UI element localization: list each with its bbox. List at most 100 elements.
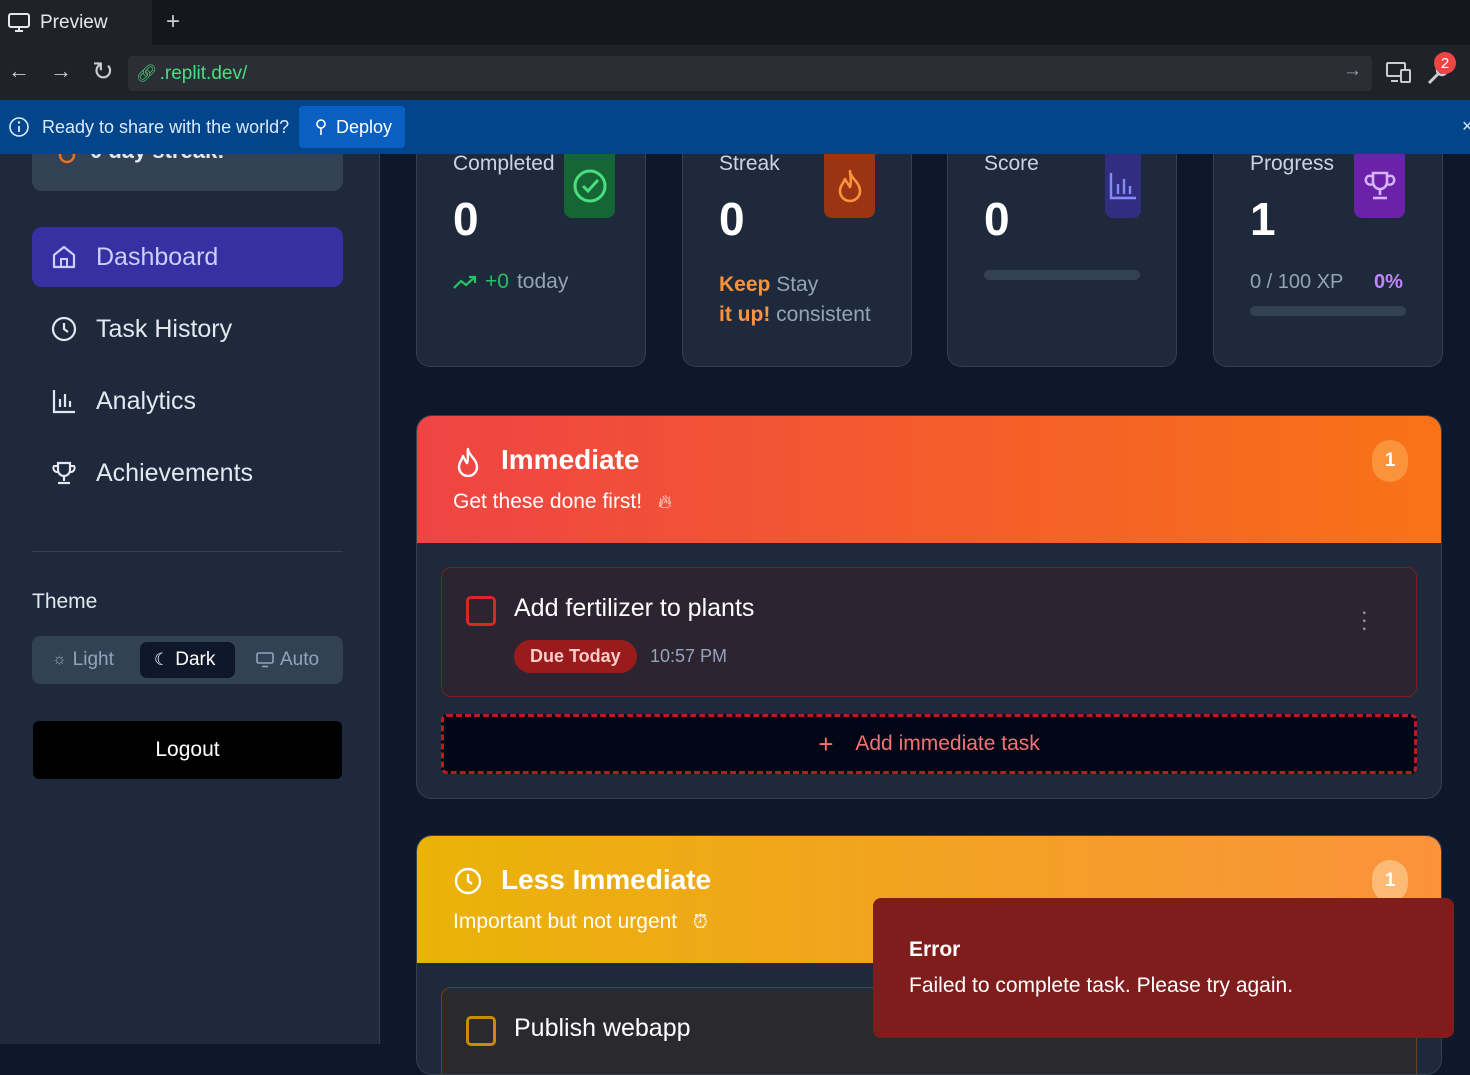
deploy-button[interactable]: Deploy <box>299 106 405 148</box>
deploy-icon <box>316 119 326 135</box>
stat-card-progress: Progress 1 0 / 100 XP 0% <box>1213 152 1443 367</box>
sidebar-item-dashboard[interactable]: Dashboard <box>32 227 343 287</box>
browser-tab[interactable]: Preview <box>0 0 152 45</box>
section-subtitle: Important but not urgent ⏰︎ <box>453 910 708 934</box>
notification-badge: 2 <box>1434 52 1456 74</box>
xp-progress-bar <box>1250 306 1406 316</box>
reload-icon[interactable]: ↻ <box>92 56 114 87</box>
sidebar-item-label: Task History <box>96 314 233 343</box>
toast-message: Failed to complete task. Please try agai… <box>909 974 1294 997</box>
section-title: Immediate <box>501 444 640 475</box>
logout-button[interactable]: Logout <box>33 721 342 779</box>
sun-icon: ☼ <box>52 651 67 668</box>
task-checkbox[interactable] <box>466 596 496 626</box>
sidebar-divider <box>32 551 343 552</box>
stat-card-completed: Completed 0 +0 today <box>416 152 646 367</box>
stat-icon-box <box>1354 154 1405 218</box>
xp-percent: 0% <box>1374 271 1403 293</box>
stat-label: Score <box>984 152 1039 175</box>
section-header: Immediate Get these done first! 🔥︎ 1 <box>417 416 1441 543</box>
task-count-badge: 1 <box>1372 440 1408 482</box>
task-checkbox[interactable] <box>466 1016 496 1046</box>
streak-rest-text: Stay <box>776 273 819 296</box>
theme-auto-button[interactable]: Auto <box>242 642 333 678</box>
stat-label: Completed <box>453 152 555 175</box>
streak-text: 0 day streak! <box>90 154 225 164</box>
home-icon <box>52 245 76 269</box>
fire-emoji-icon: 🔥︎ <box>657 492 672 513</box>
section-immediate: Immediate Get these done first! 🔥︎ 1 Add… <box>416 415 1442 799</box>
theme-option-label: Auto <box>280 649 320 670</box>
clock-icon <box>454 867 482 895</box>
forward-arrow-icon[interactable]: → <box>50 58 72 84</box>
bar-chart-icon <box>1109 173 1136 200</box>
alarm-clock-emoji-icon: ⏰︎ <box>692 912 708 933</box>
devices-icon[interactable] <box>1386 62 1412 84</box>
deploy-message-text: Ready to share with the world? <box>42 116 290 137</box>
theme-dark-button[interactable]: ☾ Dark <box>140 642 235 678</box>
go-arrow-icon[interactable]: → <box>1343 60 1362 82</box>
stat-delta: +0 today <box>453 270 568 294</box>
stat-value: 1 <box>1250 193 1276 245</box>
browser-tab-bar: Preview + <box>0 0 1470 45</box>
error-toast[interactable]: Error Failed to complete task. Please tr… <box>873 898 1454 1038</box>
sidebar-item-label: Achievements <box>96 458 254 487</box>
theme-selector: ☼ Light ☾ Dark Auto <box>32 636 343 684</box>
trending-up-icon <box>453 275 477 289</box>
back-arrow-icon[interactable]: ← <box>8 58 30 84</box>
stat-card-score: Score 0 <box>947 152 1177 367</box>
score-progress-bar <box>984 270 1140 280</box>
task-card[interactable]: Add fertilizer to plants Due Today 10:57… <box>441 567 1417 697</box>
monitor-icon <box>256 652 274 668</box>
url-text: .replit.dev/ <box>159 62 248 84</box>
due-badge: Due Today <box>514 640 637 673</box>
sidebar-item-task-history[interactable]: Task History <box>32 299 343 359</box>
stat-value: 0 <box>453 193 479 245</box>
stat-icon-box <box>824 154 875 218</box>
stat-icon-box <box>564 154 615 218</box>
deploy-button-label: Deploy <box>335 116 393 137</box>
clock-icon <box>51 316 77 342</box>
sidebar-item-analytics[interactable]: Analytics <box>32 371 343 431</box>
stat-card-streak: Streak 0 Keep Stay it up! consistent <box>682 152 912 367</box>
add-task-label: Add immediate task <box>855 732 1040 755</box>
flame-icon <box>457 447 479 478</box>
streak-accent-text: Keep <box>719 273 771 296</box>
toast-title: Error <box>909 938 961 961</box>
bar-chart-icon <box>52 390 75 414</box>
delta-suffix: today <box>516 270 569 293</box>
link-icon: 🔗︎ <box>136 63 158 83</box>
task-title: Add fertilizer to plants <box>514 594 755 622</box>
add-immediate-task-button[interactable]: + Add immediate task <box>441 714 1417 774</box>
streak-box: 0 day streak! <box>32 154 343 191</box>
theme-option-label: Dark <box>175 649 216 670</box>
section-title: Less Immediate <box>501 864 712 895</box>
stat-icon-box <box>1105 154 1141 218</box>
moon-icon: ☾ <box>154 650 170 669</box>
check-circle-icon <box>573 169 606 203</box>
info-icon <box>9 117 29 137</box>
streak-message: Keep Stay it up! consistent <box>719 270 899 330</box>
stat-value: 0 <box>719 193 745 245</box>
theme-light-button[interactable]: ☼ Light <box>38 642 128 678</box>
task-count-badge: 1 <box>1372 860 1408 902</box>
new-tab-button[interactable]: + <box>166 8 180 36</box>
task-title: Publish webapp <box>514 1014 691 1042</box>
theme-option-label: Light <box>72 649 114 670</box>
delta-value: +0 <box>485 270 509 293</box>
flame-icon <box>58 154 76 164</box>
trophy-icon <box>52 461 76 485</box>
section-subtitle: Get these done first! 🔥︎ <box>453 490 672 514</box>
monitor-icon <box>8 12 30 32</box>
streak-accent-text: it up! <box>719 303 771 326</box>
stat-value: 0 <box>984 193 1010 245</box>
section-subtitle-text: Important but not urgent <box>453 910 678 933</box>
close-banner-icon[interactable]: × <box>1462 116 1470 137</box>
more-options-icon[interactable]: · · · <box>1361 601 1368 639</box>
url-field[interactable]: 🔗︎ .replit.dev/ → <box>128 56 1372 91</box>
stat-label: Progress <box>1250 152 1335 175</box>
sidebar-item-label: Analytics <box>96 386 197 415</box>
deploy-message: Ready to share with the world? <box>8 116 289 138</box>
xp-text: 0 / 100 XP <box>1250 271 1344 293</box>
sidebar-item-achievements[interactable]: Achievements <box>32 443 343 503</box>
